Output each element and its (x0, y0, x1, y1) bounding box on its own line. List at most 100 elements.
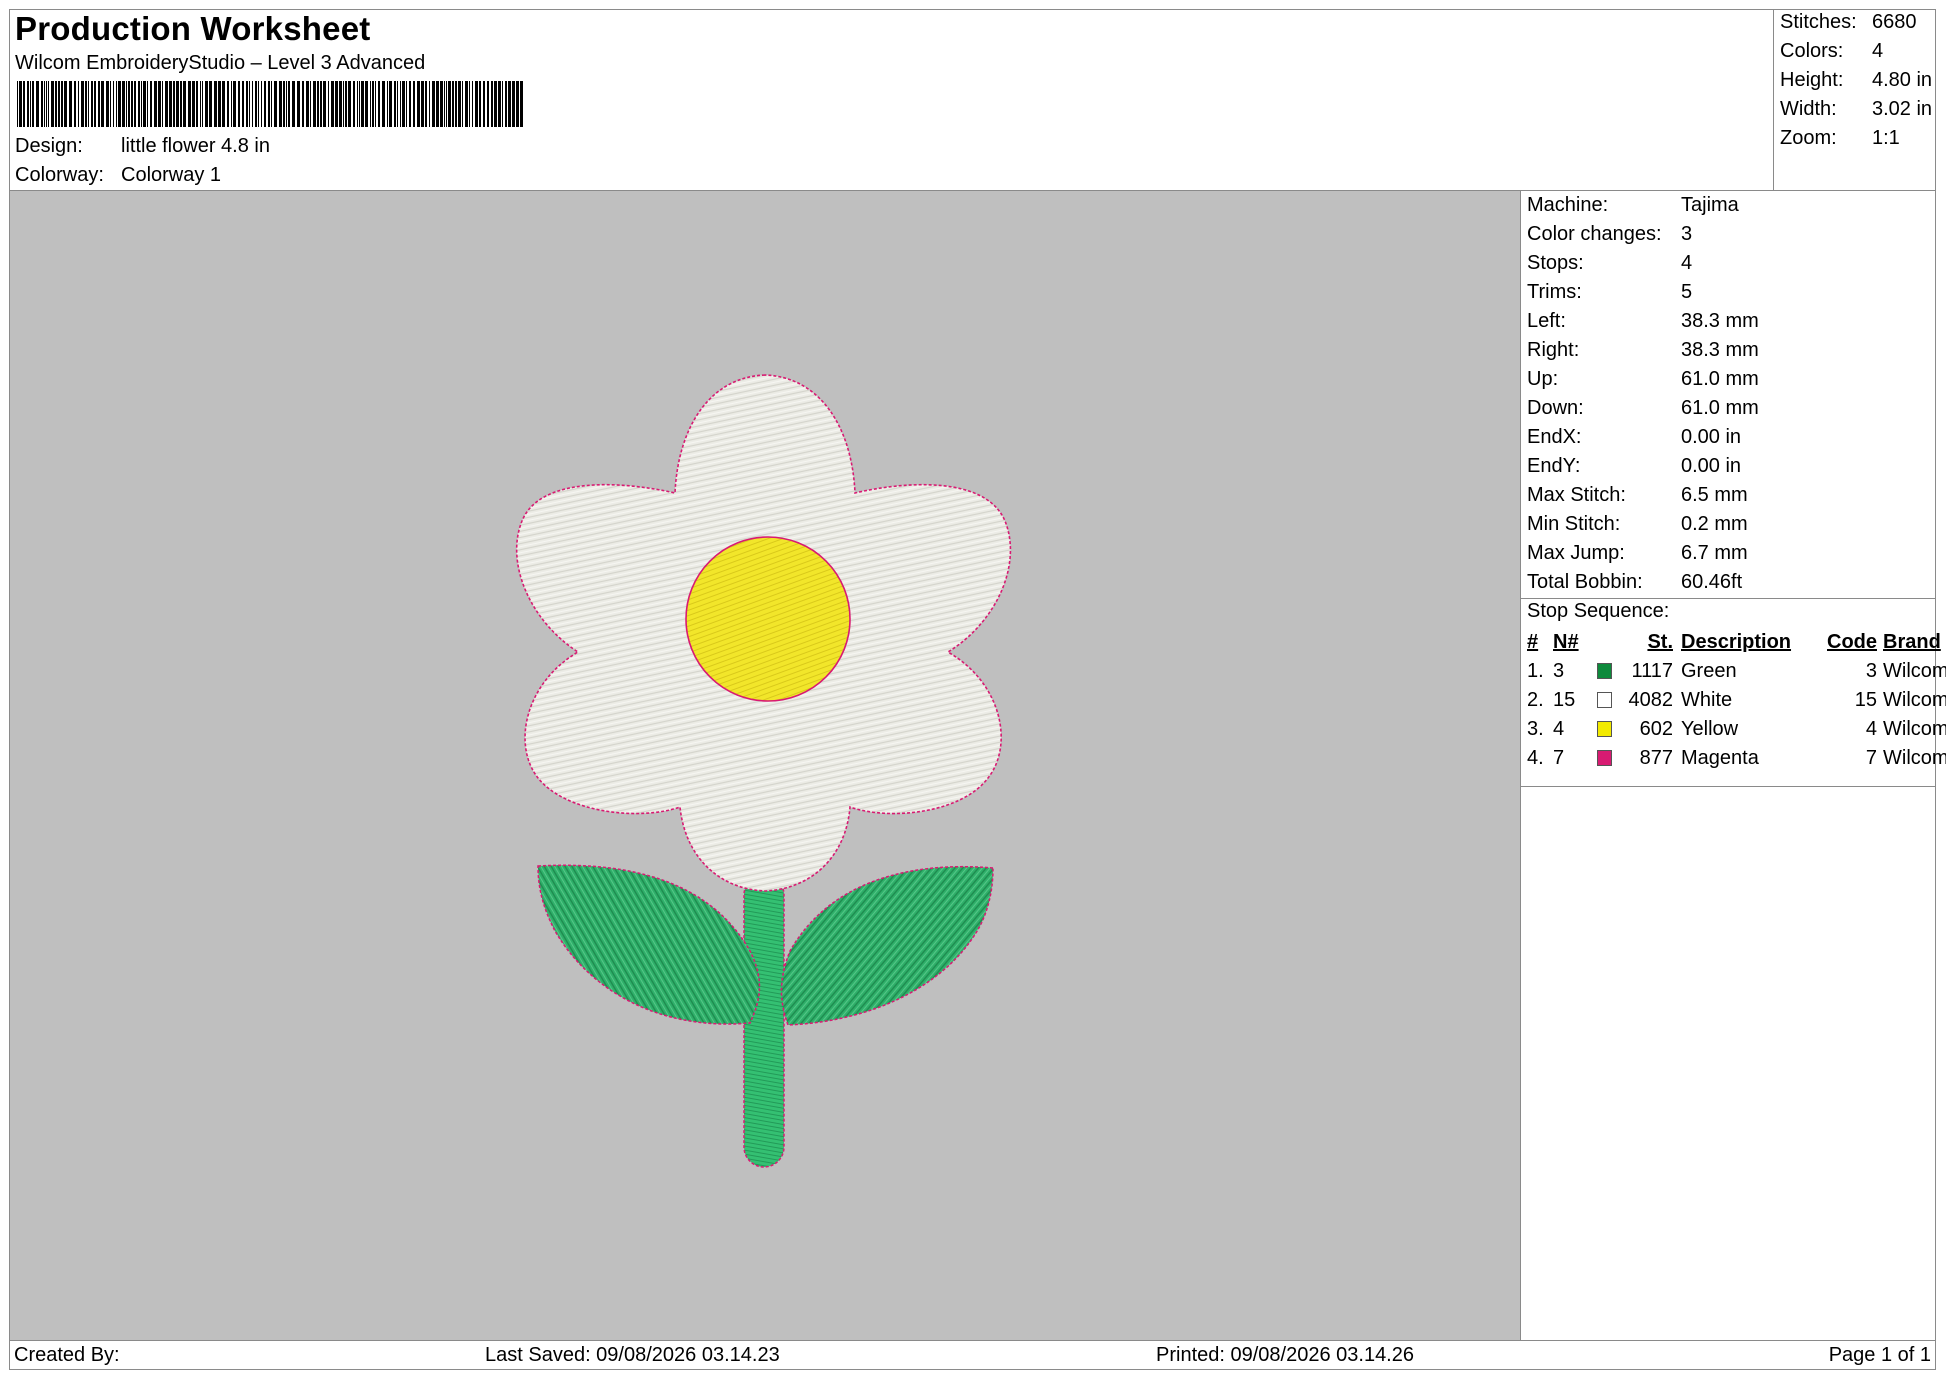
info-value: 60.46ft (1681, 571, 1743, 593)
info-label: Stops: (1527, 252, 1584, 274)
info-label: Up: (1527, 368, 1559, 390)
info-row: Down: 61.0 mm (1527, 397, 1759, 420)
machine-info-panel: Machine: Tajima Color changes: 3 Stops: 4 T… (1521, 191, 1946, 1340)
summary-label: Zoom: (1780, 127, 1837, 149)
info-label: Down: (1527, 397, 1584, 419)
row-stitches: 1117 (1631, 660, 1673, 682)
design-summary: Stitches: 6680 Colors: 4 Height: 4.80 in Wi… (1773, 10, 1935, 191)
info-row: Up: 61.0 mm (1527, 368, 1759, 391)
row-brand: Wilcom (1883, 660, 1946, 682)
design-preview-canvas (10, 191, 1521, 1340)
printed-date: Printed: 09/08/2026 03.14.26 (1156, 1344, 1414, 1366)
design-value: little flower 4.8 in (121, 135, 270, 157)
page-number: Page 1 of 1 (1828, 1344, 1931, 1366)
info-row: EndX: 0.00 in (1527, 426, 1741, 449)
col-num: # (1527, 631, 1539, 653)
row-needle: 3 (1553, 660, 1565, 682)
flower-center (685, 536, 851, 702)
color-swatch (1597, 750, 1612, 766)
color-swatch (1597, 663, 1612, 679)
software-name: Wilcom EmbroideryStudio – Level 3 Advanc… (15, 52, 426, 74)
worksheet-footer: Created By: Last Saved: 09/08/2026 03.14… (10, 1340, 1935, 1370)
row-brand: Wilcom (1883, 689, 1946, 711)
info-value: 6.5 mm (1681, 484, 1748, 506)
info-value: 0.00 in (1681, 426, 1742, 448)
summary-row: Height: 4.80 in (1780, 69, 1932, 92)
info-row: Color changes: 3 (1527, 223, 1692, 246)
summary-row: Width: 3.02 in (1780, 98, 1932, 121)
info-row: Max Jump: 6.7 mm (1527, 542, 1748, 565)
flower-embroidery-preview (515, 374, 1012, 1168)
worksheet-header: Production Worksheet Wilcom EmbroiderySt… (10, 10, 1773, 191)
info-row: Min Stitch: 0.2 mm (1527, 513, 1748, 536)
right-leaf (780, 865, 994, 1026)
summary-value: 6680 (1872, 11, 1917, 33)
info-label: Min Stitch: (1527, 513, 1621, 535)
col-brand: Brand (1883, 631, 1941, 653)
worksheet: Production Worksheet Wilcom EmbroiderySt… (9, 9, 1946, 1370)
info-value: 6.7 mm (1681, 542, 1748, 564)
info-label: EndY: (1527, 455, 1581, 477)
col-code: Code (1827, 631, 1877, 653)
summary-label: Stitches: (1780, 11, 1857, 33)
summary-row: Colors: 4 (1780, 40, 1883, 63)
summary-label: Height: (1780, 69, 1844, 91)
summary-row: Zoom: 1:1 (1780, 127, 1900, 150)
col-n: N# (1553, 631, 1579, 653)
last-saved: Last Saved: 09/08/2026 03.14.23 (485, 1344, 780, 1366)
color-swatch (1597, 721, 1612, 737)
created-by: Created By: (14, 1344, 120, 1366)
info-row: Left: 38.3 mm (1527, 310, 1759, 333)
colorway-label: Colorway: (15, 164, 104, 186)
divider (1521, 786, 1935, 787)
row-code: 7 (1865, 747, 1877, 769)
info-row: Machine: Tajima (1527, 194, 1739, 217)
row-description: White (1681, 689, 1733, 711)
info-row: Stops: 4 (1527, 252, 1692, 275)
info-value: 5 (1681, 281, 1693, 303)
row-stitches: 877 (1639, 747, 1673, 769)
summary-value: 1:1 (1872, 127, 1900, 149)
row-needle: 15 (1553, 689, 1576, 711)
divider (1521, 598, 1935, 599)
row-description: Green (1681, 660, 1737, 682)
info-value: 4 (1681, 252, 1693, 274)
info-value: 3 (1681, 223, 1693, 245)
colorway-row: Colorway: Colorway 1 (15, 164, 221, 187)
info-value: 38.3 mm (1681, 339, 1759, 361)
col-st: St. (1647, 631, 1673, 653)
info-row: Trims: 5 (1527, 281, 1692, 304)
info-value: 61.0 mm (1681, 397, 1759, 419)
summary-row: Stitches: 6680 (1780, 11, 1917, 34)
row-brand: Wilcom (1883, 747, 1946, 769)
row-needle: 7 (1553, 747, 1565, 769)
info-label: EndX: (1527, 426, 1582, 448)
info-label: Color changes: (1527, 223, 1662, 245)
left-leaf (537, 864, 761, 1025)
row-num: 3. (1527, 718, 1544, 740)
info-value: 0.2 mm (1681, 513, 1748, 535)
stop-sequence-heading: Stop Sequence: (1527, 600, 1670, 622)
row-code: 15 (1854, 689, 1877, 711)
info-label: Total Bobbin: (1527, 571, 1643, 593)
row-num: 4. (1527, 747, 1544, 769)
row-stitches: 602 (1639, 718, 1673, 740)
barcode-icon (17, 81, 523, 127)
row-code: 4 (1865, 718, 1877, 740)
info-value: Tajima (1681, 194, 1739, 216)
row-num: 2. (1527, 689, 1544, 711)
info-row: Right: 38.3 mm (1527, 339, 1759, 362)
info-value: 61.0 mm (1681, 368, 1759, 390)
design-label: Design: (15, 135, 83, 157)
info-value: 0.00 in (1681, 455, 1742, 477)
row-description: Magenta (1681, 747, 1759, 769)
info-value: 38.3 mm (1681, 310, 1759, 332)
info-label: Left: (1527, 310, 1566, 332)
info-label: Trims: (1527, 281, 1582, 303)
summary-value: 4.80 in (1872, 69, 1933, 91)
info-row: EndY: 0.00 in (1527, 455, 1741, 478)
page-title: Production Worksheet (15, 10, 371, 47)
info-label: Max Stitch: (1527, 484, 1626, 506)
row-description: Yellow (1681, 718, 1739, 740)
summary-value: 3.02 in (1872, 98, 1933, 120)
